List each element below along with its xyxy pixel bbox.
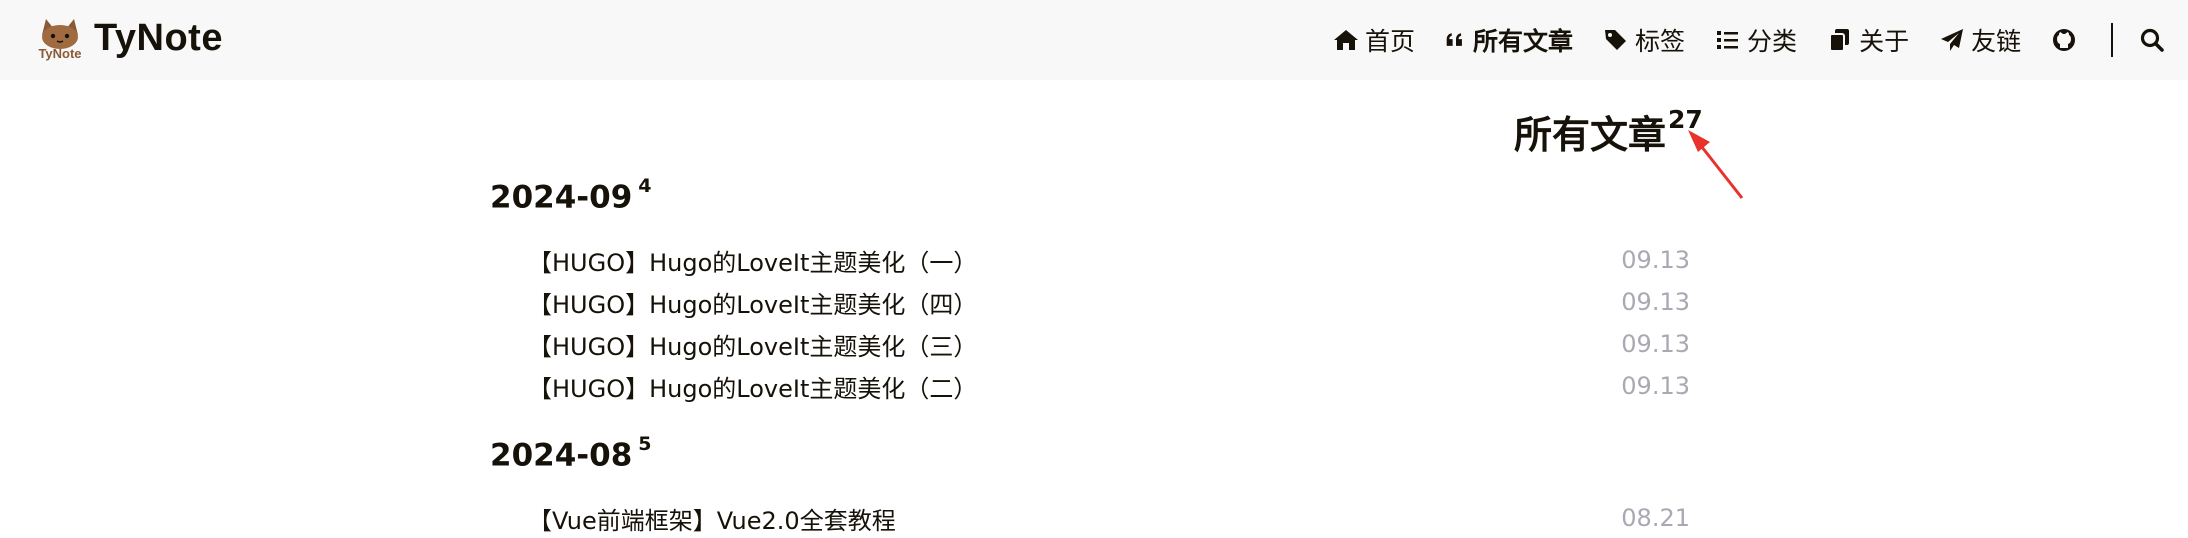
- list-item: 【HUGO】Hugo的LoveIt主题美化（四） 09.13: [528, 282, 1690, 322]
- nav-about[interactable]: 关于: [1827, 22, 1909, 58]
- nav-about-label: 关于: [1859, 27, 1910, 56]
- home-icon: [1334, 30, 1358, 50]
- page-title: 所有文章27: [1514, 104, 1703, 159]
- list-item: 【HUGO】Hugo的LoveIt主题美化（三） 09.13: [528, 324, 1690, 364]
- github-icon: [2053, 29, 2076, 51]
- copy-icon: [1829, 29, 1850, 52]
- post-date: 09.13: [1621, 330, 1690, 358]
- nav-all-posts-label: 所有文章: [1473, 27, 1574, 56]
- nav-github[interactable]: [2051, 27, 2083, 53]
- nav-all-posts[interactable]: 所有文章: [1445, 22, 1573, 58]
- list-icon: [1717, 31, 1739, 49]
- tags-icon: [1605, 30, 1627, 50]
- list-item: 【HUGO】Hugo的LoveIt主题美化（二） 09.13: [528, 366, 1690, 406]
- annotation-arrow-icon: [1688, 130, 1744, 199]
- month-heading: 2024-09 4: [490, 175, 652, 216]
- list-item: 【HUGO】Hugo的LoveIt主题美化（一） 09.13: [528, 240, 1690, 280]
- nav-friends-label: 友链: [1971, 27, 2022, 56]
- nav-categories-label: 分类: [1747, 27, 1798, 56]
- nav-categories[interactable]: 分类: [1715, 22, 1797, 58]
- month-label: 2024-08: [490, 437, 633, 474]
- nav-tags[interactable]: 标签: [1603, 22, 1685, 58]
- site-header: TyNote TyNote 首页 所有文章 标签 分类 关于 友链: [0, 0, 2188, 80]
- svg-text:TyNote: TyNote: [38, 46, 81, 61]
- search-button[interactable]: [2139, 27, 2165, 53]
- post-link[interactable]: 【HUGO】Hugo的LoveIt主题美化（三）: [528, 327, 977, 362]
- month-count: 4: [638, 175, 652, 197]
- cat-logo-icon: TyNote: [32, 15, 88, 61]
- paper-plane-icon: [1941, 29, 1964, 51]
- nav-friends[interactable]: 友链: [1939, 22, 2021, 58]
- month-label: 2024-09: [490, 179, 633, 216]
- post-date: 09.13: [1621, 288, 1690, 316]
- main-nav: 首页 所有文章 标签 分类 关于 友链: [1333, 0, 2165, 80]
- archive-page: 所有文章27 2024-09 4 【HUGO】Hugo的LoveIt主题美化（一）…: [0, 80, 2188, 535]
- nav-divider: [2111, 23, 2114, 57]
- site-name: TyNote: [94, 16, 223, 59]
- nav-tags-label: 标签: [1635, 27, 1686, 56]
- site-logo[interactable]: TyNote TyNote: [32, 15, 223, 62]
- post-link[interactable]: 【HUGO】Hugo的LoveIt主题美化（二）: [528, 369, 977, 404]
- post-date: 09.13: [1621, 246, 1690, 274]
- post-date: 08.21: [1621, 504, 1690, 532]
- nav-home[interactable]: 首页: [1333, 22, 1415, 58]
- post-date: 09.13: [1621, 372, 1690, 400]
- post-link[interactable]: 【Vue前端框架】Vue2.0全套教程: [528, 501, 896, 536]
- post-link[interactable]: 【HUGO】Hugo的LoveIt主题美化（四）: [528, 285, 977, 320]
- search-icon: [2140, 28, 2164, 52]
- list-item: 【Vue前端框架】Vue2.0全套教程 08.21: [528, 498, 1690, 538]
- month-heading: 2024-08 5: [490, 433, 652, 474]
- quote-icon: [1446, 33, 1462, 46]
- page-title-text: 所有文章: [1514, 113, 1667, 157]
- month-count: 5: [638, 433, 652, 455]
- nav-home-label: 首页: [1365, 27, 1416, 56]
- post-link[interactable]: 【HUGO】Hugo的LoveIt主题美化（一）: [528, 243, 977, 278]
